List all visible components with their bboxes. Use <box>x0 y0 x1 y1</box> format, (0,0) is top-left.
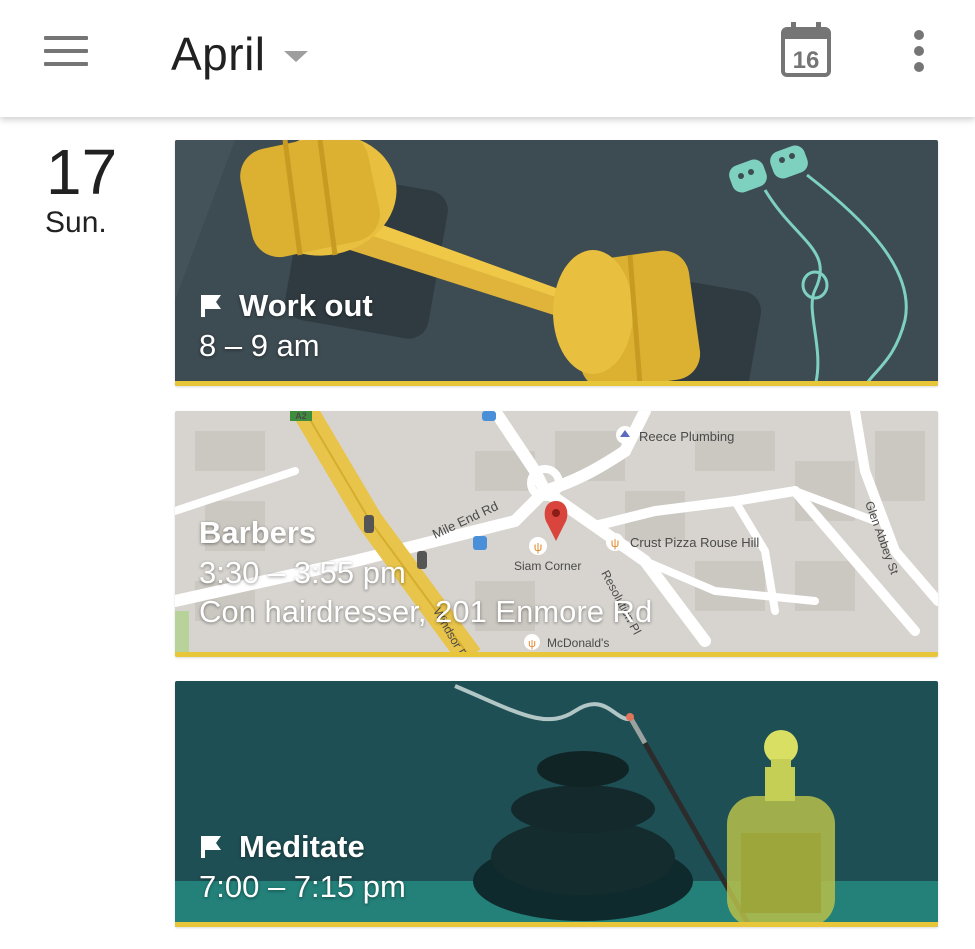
flag-icon <box>201 295 221 317</box>
event-time: 3:30 – 3:55 pm <box>199 555 406 590</box>
event-color-bar <box>175 652 938 657</box>
event-card-barbers[interactable]: A2 Reece Plumbing Mile End Rd ψ Crust Pi… <box>175 411 938 657</box>
svg-text:ψ: ψ <box>528 638 536 650</box>
event-color-bar <box>175 381 938 386</box>
app-bar: April 16 <box>0 0 975 117</box>
month-title: April <box>171 28 266 80</box>
event-title: Meditate <box>239 829 365 864</box>
flag-icon <box>201 836 221 858</box>
event-time: 7:00 – 7:15 pm <box>199 869 406 904</box>
day-weekday: Sun. <box>45 206 107 239</box>
hamburger-menu-icon[interactable] <box>44 36 90 68</box>
event-location: Con hairdresser, 201 Enmore Rd <box>199 594 653 629</box>
dropdown-arrow-icon <box>283 50 308 62</box>
month-selector[interactable]: April <box>171 26 308 82</box>
event-card-meditate[interactable]: Meditate 7:00 – 7:15 pm <box>175 681 938 927</box>
svg-text:McDonald's: McDonald's <box>547 636 609 650</box>
day-number: 17 <box>46 136 118 208</box>
more-vert-icon[interactable] <box>906 30 932 76</box>
event-card-workout[interactable]: Work out 8 – 9 am <box>175 140 938 386</box>
event-color-bar <box>175 922 938 927</box>
event-title: Barbers <box>199 515 317 550</box>
calendar-today-icon[interactable]: 16 <box>780 22 832 78</box>
event-time: 8 – 9 am <box>199 328 320 363</box>
svg-text:Reece Plumbing: Reece Plumbing <box>639 429 734 444</box>
today-date-label: 16 <box>793 47 820 74</box>
event-title: Work out <box>239 288 373 323</box>
svg-text:A2: A2 <box>295 411 307 421</box>
